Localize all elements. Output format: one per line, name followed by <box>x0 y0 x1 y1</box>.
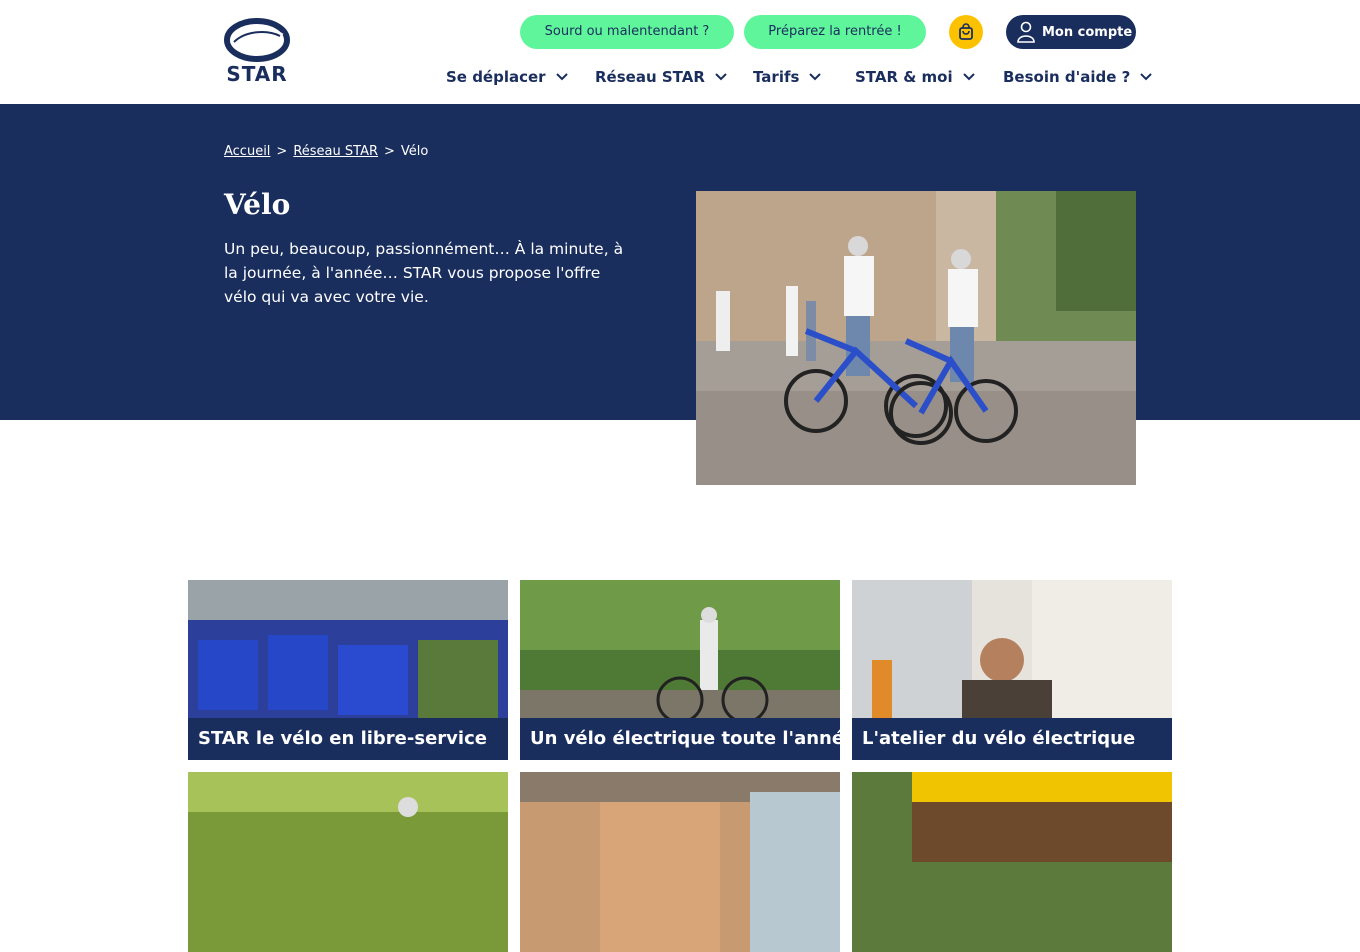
chevron-down-icon <box>555 73 568 81</box>
nav-label: Se déplacer <box>446 68 546 86</box>
card-atelier-velo-electrique[interactable]: L'atelier du vélo électrique <box>852 580 1172 760</box>
card-caption: STAR le vélo en libre-service <box>188 718 508 760</box>
hero-image <box>696 191 1136 485</box>
mon-compte-button[interactable]: Mon compte <box>1006 15 1136 49</box>
preparez-rentree-button[interactable]: Préparez la rentrée ! <box>744 15 926 49</box>
breadcrumb: Accueil > Réseau STAR > Vélo <box>224 144 428 159</box>
nav-label: Réseau STAR <box>595 68 705 86</box>
card-caption: L'atelier du vélo électrique <box>852 718 1172 760</box>
nav-label: Besoin d'aide ? <box>1003 68 1131 86</box>
card-velo-electrique-annee[interactable]: Un vélo électrique toute l'année <box>520 580 840 760</box>
breadcrumb-separator: > <box>276 144 288 159</box>
nav-star-et-moi[interactable]: STAR & moi <box>855 68 975 86</box>
nav-label: Tarifs <box>753 68 800 86</box>
shopping-bag-icon <box>959 23 973 40</box>
chevron-down-icon <box>809 73 822 81</box>
nav-tarifs[interactable]: Tarifs <box>753 68 822 86</box>
logo-text: STAR <box>226 62 288 86</box>
card-photo-bike-shelter <box>852 772 1172 952</box>
card-velo-libre-service[interactable]: STAR le vélo en libre-service <box>188 580 508 760</box>
site-header: STAR Sourd ou malentendant ? Préparez la… <box>0 0 1360 104</box>
sourd-malentendant-button[interactable]: Sourd ou malentendant ? <box>520 15 734 49</box>
chevron-down-icon <box>715 73 727 81</box>
breadcrumb-home-link[interactable]: Accueil <box>224 144 270 159</box>
card-row2-3[interactable] <box>852 772 1172 952</box>
breadcrumb-current: Vélo <box>400 144 429 159</box>
page-title: Vélo <box>224 188 291 221</box>
breadcrumb-reseau-link[interactable]: Réseau STAR <box>293 144 378 159</box>
user-icon <box>1017 21 1035 43</box>
chevron-down-icon <box>1140 73 1153 81</box>
nav-reseau-star[interactable]: Réseau STAR <box>595 68 727 86</box>
hero-intro: Un peu, beaucoup, passionnément… À la mi… <box>224 240 624 306</box>
nav-se-deplacer[interactable]: Se déplacer <box>446 68 568 86</box>
chevron-down-icon <box>962 73 975 81</box>
card-photo-park <box>188 772 508 952</box>
star-logo[interactable]: STAR <box>224 18 290 86</box>
card-caption: Un vélo électrique toute l'année <box>520 718 840 760</box>
mon-compte-label: Mon compte <box>1042 24 1133 40</box>
breadcrumb-separator: > <box>384 144 395 159</box>
hero-photo-cyclists <box>696 191 1136 485</box>
star-logo-icon <box>224 18 290 62</box>
nav-label: STAR & moi <box>855 68 953 86</box>
hero-banner <box>0 104 1360 420</box>
card-row2-1[interactable] <box>188 772 508 952</box>
nav-besoin-aide[interactable]: Besoin d'aide ? <box>1003 68 1153 86</box>
card-photo-kiosk <box>520 772 840 952</box>
card-row2-2[interactable] <box>520 772 840 952</box>
cart-button[interactable] <box>949 15 983 49</box>
